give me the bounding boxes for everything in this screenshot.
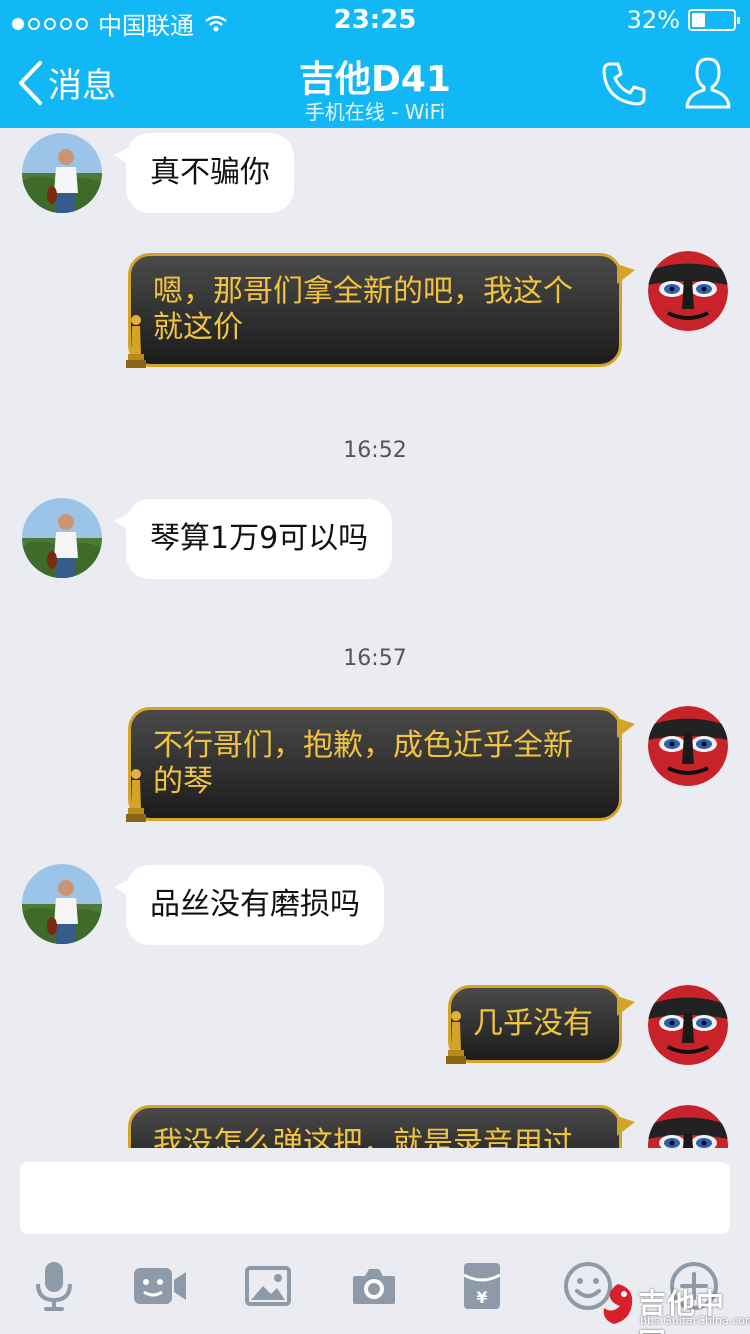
contact-photo <box>22 498 102 578</box>
video-call-icon <box>134 1268 186 1304</box>
input-bar <box>0 1148 750 1248</box>
guitar-china-logo-icon <box>603 1284 633 1324</box>
red-packet-button[interactable]: ¥ <box>454 1258 510 1314</box>
opera-mask-avatar <box>648 251 728 331</box>
message-outgoing[interactable]: 几乎没有 <box>446 985 635 1064</box>
trophy-icon <box>126 315 146 368</box>
message-incoming[interactable]: 真不骗你 <box>114 133 294 213</box>
message-incoming[interactable]: 品丝没有磨损吗 <box>114 865 384 945</box>
battery-percent: 32% <box>626 6 680 34</box>
video-button[interactable] <box>132 1258 188 1314</box>
image-icon <box>245 1266 291 1306</box>
trophy-icon <box>446 1011 466 1064</box>
camera-icon <box>353 1269 395 1304</box>
chat-header: 中国联通 23:25 32% 消息 吉他D41 手机在线 - WiFi <box>0 0 750 128</box>
my-avatar[interactable] <box>648 985 728 1065</box>
message-outgoing[interactable]: 我没怎么弹这把，就是录音用过 <box>128 1105 635 1148</box>
contact-photo <box>22 133 102 213</box>
trophy-icon <box>126 769 146 822</box>
contact-avatar[interactable] <box>22 498 102 578</box>
camera-button[interactable] <box>346 1258 402 1314</box>
my-avatar[interactable] <box>648 251 728 331</box>
message-text: 琴算1万9可以吗 <box>150 521 369 556</box>
voice-button[interactable] <box>26 1258 82 1314</box>
message-text: 我没怎么弹这把，就是录音用过 <box>153 1126 573 1148</box>
message-text: 真不骗你 <box>150 155 270 190</box>
chat-list[interactable]: 真不骗你 嗯，那哥们拿全新的吧，我这个就这价 16:52 琴算1万9可以吗 16… <box>0 128 750 1148</box>
phone-icon <box>602 62 646 106</box>
opera-mask-avatar <box>648 706 728 786</box>
timestamp: 16:52 <box>343 438 407 463</box>
message-text: 不行哥们，抱歉，成色近乎全新的琴 <box>153 728 573 799</box>
message-text: 嗯，那哥们拿全新的吧，我这个就这价 <box>153 274 573 345</box>
contact-avatar[interactable] <box>22 133 102 213</box>
opera-mask-avatar <box>648 1105 728 1148</box>
call-button[interactable] <box>600 60 648 112</box>
battery-icon <box>688 9 740 31</box>
person-icon <box>685 57 731 109</box>
message-incoming[interactable]: 琴算1万9可以吗 <box>113 499 393 579</box>
microphone-icon <box>36 1262 72 1311</box>
message-outgoing[interactable]: 不行哥们，抱歉，成色近乎全新的琴 <box>126 707 635 822</box>
contact-photo <box>22 864 102 944</box>
message-input[interactable] <box>20 1162 730 1234</box>
profile-button[interactable] <box>684 56 732 114</box>
message-outgoing[interactable]: 嗯，那哥们拿全新的吧，我这个就这价 <box>126 253 635 368</box>
message-text: 几乎没有 <box>473 1006 593 1041</box>
opera-mask-avatar <box>648 985 728 1065</box>
red-packet-icon: ¥ <box>463 1263 501 1309</box>
timestamp: 16:57 <box>343 646 407 671</box>
my-avatar[interactable] <box>648 1105 728 1148</box>
gallery-button[interactable] <box>240 1258 296 1314</box>
watermark-url: bbs.GuitarChina.com <box>640 1314 750 1327</box>
status-bar: 中国联通 23:25 32% <box>0 0 750 40</box>
contact-avatar[interactable] <box>22 864 102 944</box>
message-text: 品丝没有磨损吗 <box>150 887 360 922</box>
watermark: 吉他中国 bbs.GuitarChina.com <box>598 1280 750 1334</box>
my-avatar[interactable] <box>648 706 728 786</box>
svg-text:¥: ¥ <box>476 1288 487 1307</box>
